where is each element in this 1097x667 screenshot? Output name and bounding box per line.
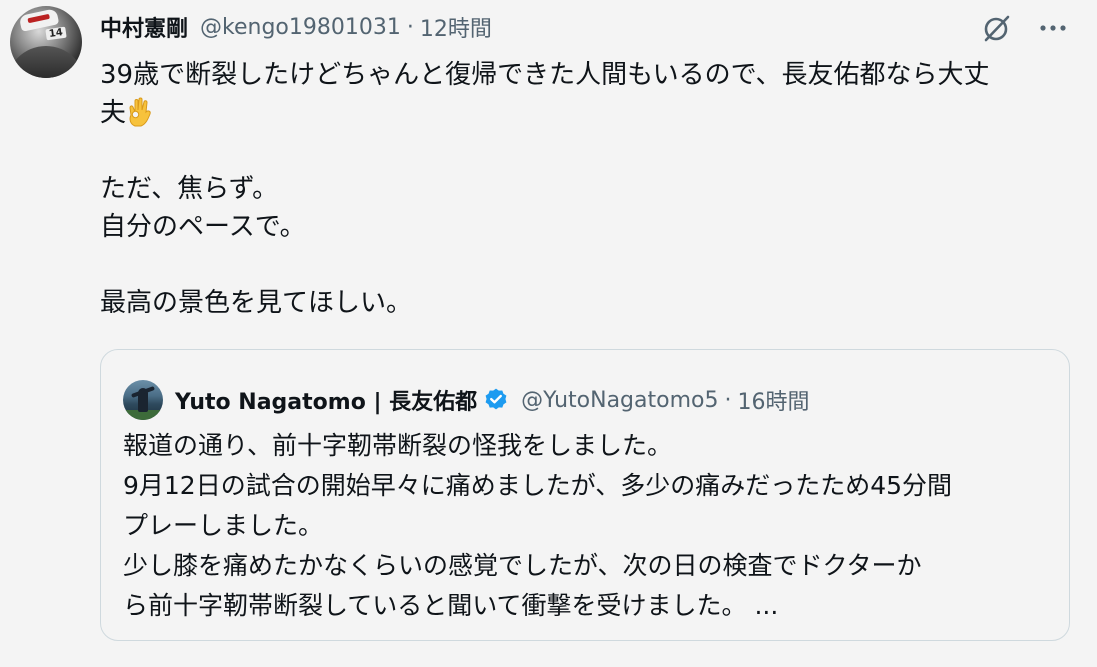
more-icon[interactable] (1035, 10, 1071, 46)
author-handle[interactable]: @kengo19801031 (200, 15, 401, 40)
tweet-header: 中村憲剛 @kengo19801031 · 12時間 (100, 11, 492, 43)
tweet-text-line: 39歳で断裂したけどちゃんと復帰できた人間もいるので、長友佑都なら大丈 (100, 60, 990, 90)
tweet-text-blank-line (100, 246, 1070, 284)
quoted-tweet-timestamp[interactable]: 16時間 (737, 384, 809, 416)
avatar-number: 14 (45, 26, 67, 41)
quoted-text-line: 報道の通り、前十字靭帯断裂の怪我をしました。 (123, 431, 673, 460)
quoted-text-line: ら前十字靭帯断裂していると聞いて衝撃を受けました。 ... (123, 591, 779, 620)
quoted-tweet[interactable]: Yuto Nagatomo | 長友佑都 @YutoNagatomo5 · 16… (100, 349, 1070, 641)
ok-hand-emoji-icon (126, 97, 154, 127)
tweet-text-line: ただ、焦らず。 (100, 174, 279, 204)
quoted-text-line: 少し膝を痛めたかなくらいの感覚でしたが、次の日の検査でドクターか (123, 551, 922, 580)
verified-badge-icon (483, 387, 509, 413)
tweet-text-line: 夫 (100, 94, 1070, 132)
tweet-timestamp[interactable]: 12時間 (420, 11, 492, 43)
tweet-text: 39歳で断裂したけどちゃんと復帰できた人間もいるので、長友佑都なら大丈 夫 ただ… (100, 56, 1070, 322)
quoted-tweet-header: Yuto Nagatomo | 長友佑都 @YutoNagatomo5 · 16… (123, 380, 809, 420)
author-display-name[interactable]: 中村憲剛 (100, 11, 188, 43)
tweet-header-actions (979, 10, 1071, 46)
quoted-tweet-text: 報道の通り、前十字靭帯断裂の怪我をしました。 9月12日の試合の開始早々に痛めま… (123, 426, 1053, 626)
quoted-author-display-name[interactable]: Yuto Nagatomo | 長友佑都 (175, 384, 477, 416)
quoted-author-avatar[interactable] (123, 380, 163, 420)
grok-icon[interactable] (979, 10, 1015, 46)
tweet-text-line: 自分のペースで。 (100, 212, 306, 242)
tweet-text-fragment: 夫 (100, 98, 127, 128)
tweet-text-line: 最高の景色を見てほしい。 (100, 288, 413, 318)
tweet-text-blank-line (100, 132, 1070, 170)
quoted-author-handle[interactable]: @YutoNagatomo5 (521, 388, 718, 413)
quoted-text-line: 9月12日の試合の開始早々に痛めましたが、多少の痛みだったため45分間 (123, 471, 953, 500)
header-separator: · (406, 14, 414, 40)
quoted-text-line: プレーしました。 (123, 511, 324, 540)
avatar-shoulder (10, 46, 82, 78)
quoted-header-separator: · (724, 387, 732, 413)
tweet[interactable]: 14 中村憲剛 @kengo19801031 · 12時間 39歳で断裂したけど… (0, 0, 1097, 667)
author-avatar[interactable]: 14 (10, 6, 82, 78)
